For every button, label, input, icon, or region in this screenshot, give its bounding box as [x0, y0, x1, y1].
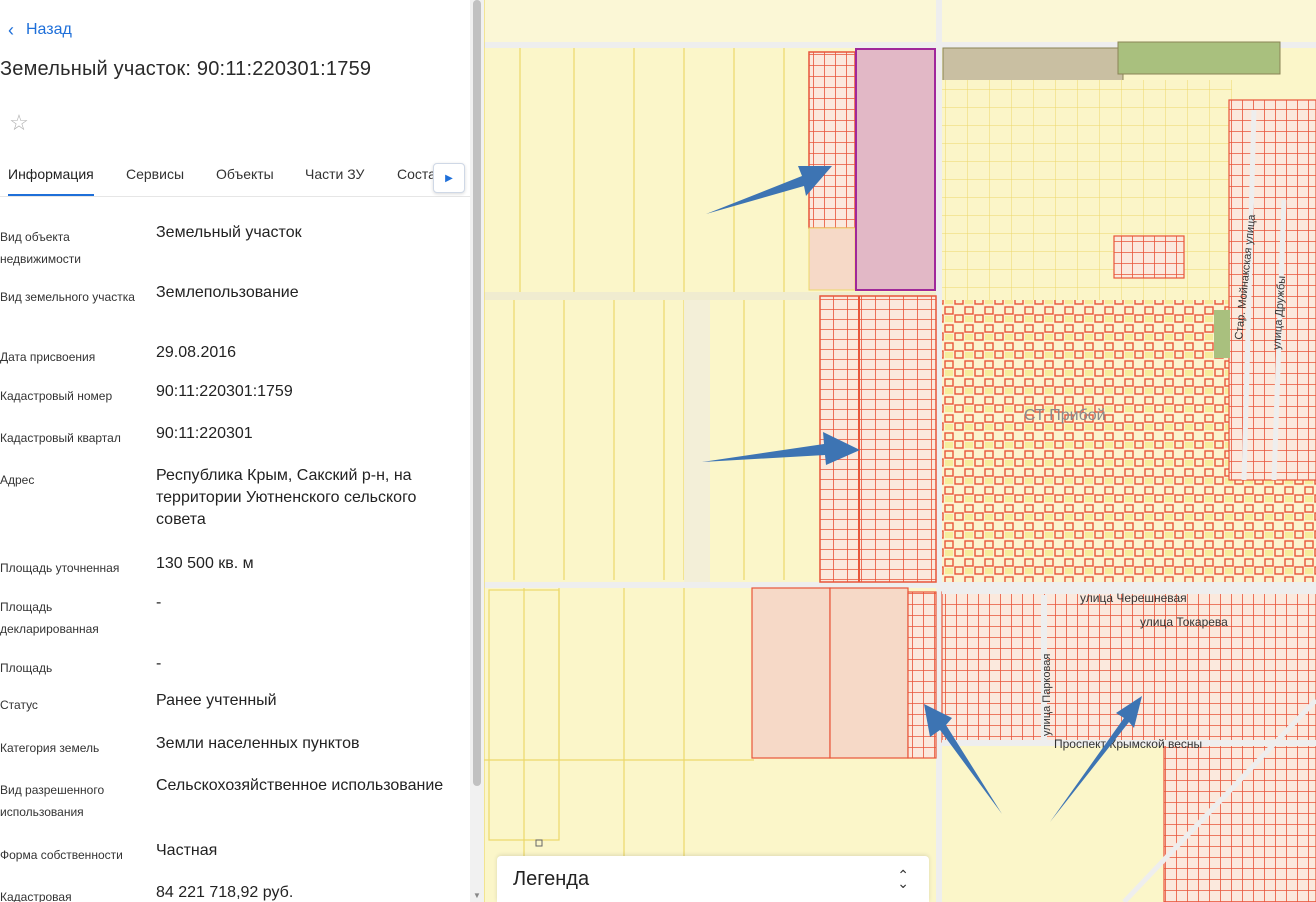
- field-value: Землепользование: [156, 284, 299, 301]
- map-label-street: Проспект Крымской весны: [1054, 737, 1202, 751]
- map-label-street: улица Черешневая: [1080, 591, 1187, 605]
- field-label: Кадастровая: [0, 890, 72, 902]
- field-label: Площадь: [0, 661, 53, 675]
- tab-objects[interactable]: Объекты: [216, 166, 274, 196]
- field-label: Категория земель: [0, 741, 100, 755]
- field-value: -: [156, 655, 162, 672]
- field-label: Форма собственности: [0, 848, 123, 862]
- tab-scroll-right-icon[interactable]: ▶: [433, 163, 465, 193]
- legend-label: Легенда: [513, 867, 590, 890]
- map-label-street: улица Парковая: [1041, 654, 1053, 736]
- page-title: Земельный участок: 90:11:220301:1759: [0, 58, 372, 80]
- info-panel: ‹ Назад Земельный участок: 90:11:220301:…: [0, 0, 470, 902]
- field-value: Ранее учтенный: [156, 692, 277, 709]
- back-label: Назад: [26, 21, 72, 38]
- field-value: 29.08.2016: [156, 344, 237, 361]
- tab-parts[interactable]: Части ЗУ: [305, 166, 364, 196]
- scroll-down-icon[interactable]: ▼: [473, 891, 481, 900]
- back-button[interactable]: ‹ Назад: [8, 18, 72, 42]
- legend-panel[interactable]: Легенда ⌃ ⌄: [497, 856, 929, 902]
- field-label: Вид объекта недвижимости: [0, 230, 81, 266]
- field-value: 90:11:220301: [156, 425, 253, 442]
- field-label: Вид разрешенного использования: [0, 783, 105, 819]
- field-value: -: [156, 594, 162, 611]
- tab-info[interactable]: Информация: [8, 166, 94, 196]
- chevron-left-icon: ‹: [8, 20, 14, 40]
- field-value: 84 221 718,92 руб.: [156, 884, 294, 901]
- field-label: Дата присвоения: [0, 350, 96, 364]
- field-value: 90:11:220301:1759: [156, 383, 293, 400]
- field-label: Кадастровый номер: [0, 389, 113, 403]
- expand-collapse-icon[interactable]: ⌃ ⌄: [897, 868, 909, 890]
- field-value: Земельный участок: [156, 224, 302, 241]
- star-icon[interactable]: ☆: [0, 104, 38, 142]
- field-label: Статус: [0, 698, 38, 712]
- field-value: Частная: [156, 842, 218, 859]
- map-label-street: улица Токарева: [1140, 615, 1228, 629]
- cadastral-map[interactable]: СТ Прибой улица Черешневая улица Токарев…: [484, 0, 1316, 902]
- map-label-settlement: СТ Прибой: [1024, 407, 1106, 424]
- tab-services[interactable]: Сервисы: [126, 166, 184, 196]
- field-label: Площадь уточненная: [0, 561, 120, 575]
- field-value: Республика Крым, Сакский р-н, на террито…: [156, 467, 417, 528]
- field-label: Площадь декларированная: [0, 600, 99, 636]
- field-label: Кадастровый квартал: [0, 431, 121, 445]
- panel-scrollbar[interactable]: ▼: [470, 0, 484, 902]
- field-label: Вид земельного участка: [0, 290, 135, 304]
- scrollbar-thumb[interactable]: [473, 0, 481, 786]
- field-value: Сельскохозяйственное использование: [156, 777, 444, 794]
- tab-bar: Информация Сервисы Объекты Части ЗУ Сост…: [0, 156, 470, 197]
- field-label: Адрес: [0, 473, 35, 487]
- field-value: Земли населенных пунктов: [156, 735, 360, 752]
- tab-composition[interactable]: Соста: [397, 166, 436, 196]
- field-value: 130 500 кв. м: [156, 555, 254, 572]
- map-canvas[interactable]: СТ Прибой улица Черешневая улица Токарев…: [484, 0, 1316, 902]
